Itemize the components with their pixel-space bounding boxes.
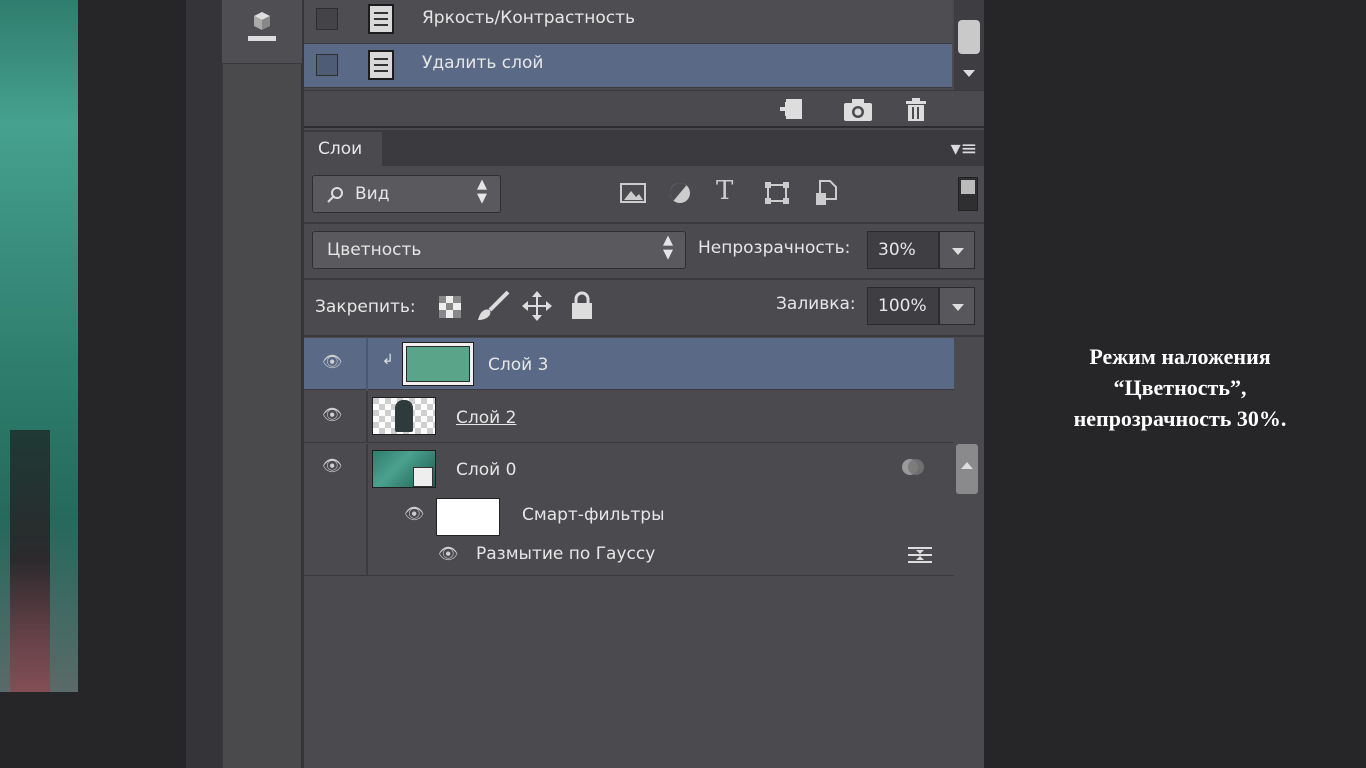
adjustment-filter-icon[interactable] xyxy=(668,181,692,205)
lock-label: Закрепить: xyxy=(315,297,416,317)
filter-toggle-knob xyxy=(961,180,975,194)
eye-icon[interactable]: 👁 xyxy=(322,352,342,371)
caption-line: “Цветность”, xyxy=(1113,375,1247,400)
history-state-icon xyxy=(368,4,394,34)
document-canvas[interactable] xyxy=(0,0,78,692)
history-item-label: Удалить слой xyxy=(422,53,544,73)
history-state-icon xyxy=(368,50,394,80)
smart-filter-indicator-icon[interactable] xyxy=(900,456,926,478)
layer-row-selected[interactable]: 👁 ↲ Слой 3 xyxy=(304,338,954,390)
fill-input[interactable]: 100% xyxy=(867,287,939,325)
smart-filters-label[interactable]: Смарт-фильтры xyxy=(522,505,665,525)
smart-object-badge-icon xyxy=(413,467,433,487)
layer-name[interactable]: Слой 2 xyxy=(456,408,516,428)
chevron-down-icon xyxy=(952,248,964,255)
camera-icon[interactable] xyxy=(842,97,874,123)
layer-name[interactable]: Слой 3 xyxy=(488,355,548,375)
smart-object-filter-icon[interactable] xyxy=(814,179,838,207)
thumbnail-figure xyxy=(395,400,413,432)
divider xyxy=(366,391,368,443)
chevron-down-icon xyxy=(952,304,964,311)
divider xyxy=(304,335,984,337)
history-item[interactable]: Яркость/Контрастность xyxy=(304,0,952,44)
opacity-label: Непрозрачность: xyxy=(698,238,851,258)
filter-eye-icon[interactable]: 👁 xyxy=(438,544,458,563)
lock-position-icon[interactable] xyxy=(522,291,552,321)
caption-line: непрозрачность 30%. xyxy=(1073,406,1287,431)
3d-cube-icon[interactable] xyxy=(246,10,278,46)
divider xyxy=(304,278,984,280)
type-filter-icon[interactable]: T xyxy=(716,176,733,206)
layer-row-smart-object[interactable]: 👁 Слой 0 👁 Смарт-фильтры 👁 Размытие по Г… xyxy=(304,444,954,576)
history-item-label: Яркость/Контрастность xyxy=(422,8,635,28)
layers-empty-area xyxy=(304,577,954,768)
lock-image-icon[interactable] xyxy=(476,290,510,322)
divider xyxy=(366,338,368,390)
trash-icon[interactable] xyxy=(902,97,930,123)
layer-thumbnail[interactable] xyxy=(402,342,474,386)
divider xyxy=(304,222,984,224)
opacity-input[interactable]: 30% xyxy=(867,231,939,269)
history-footer xyxy=(304,90,984,128)
opacity-dropdown-button[interactable] xyxy=(939,231,975,269)
clipping-mask-icon: ↲ xyxy=(382,352,394,368)
caption-line: Режим наложения xyxy=(1089,344,1271,369)
history-item-selected[interactable]: Удалить слой xyxy=(304,44,952,88)
filter-toggle-switch[interactable] xyxy=(958,177,978,211)
panel-dock-column xyxy=(222,0,302,768)
layer-thumbnail[interactable] xyxy=(372,450,436,488)
lock-all-icon[interactable] xyxy=(570,291,594,321)
filter-kind-value: Вид xyxy=(355,184,390,204)
image-filter-icon[interactable] xyxy=(620,181,646,205)
layers-tab-bar xyxy=(304,130,984,166)
lock-transparency-icon[interactable] xyxy=(438,295,462,319)
filter-kind-select[interactable]: Вид ▲ ▼ xyxy=(312,175,501,213)
caption: Режим наложения “Цветность”, непрозрачно… xyxy=(1000,341,1360,434)
fill-dropdown-button[interactable] xyxy=(939,287,975,325)
tab-layers-label: Слои xyxy=(318,139,363,159)
history-scrollbar[interactable] xyxy=(954,0,984,90)
scroll-up-icon[interactable] xyxy=(961,462,973,469)
search-icon xyxy=(327,187,343,203)
tab-layers[interactable]: Слои xyxy=(304,132,382,166)
fill-value: 100% xyxy=(878,296,927,316)
layer-thumbnail[interactable] xyxy=(372,397,436,435)
layer-name[interactable]: Слой 0 xyxy=(456,460,516,480)
opacity-value: 30% xyxy=(878,240,916,260)
new-document-from-state-icon[interactable] xyxy=(778,97,810,123)
layer-row[interactable]: 👁 Слой 2 xyxy=(304,391,954,443)
dock-top-button[interactable] xyxy=(222,0,302,64)
canvas-figure xyxy=(10,430,50,692)
scrollbar-thumb[interactable] xyxy=(956,444,978,494)
smart-filters-eye-icon[interactable]: 👁 xyxy=(404,504,424,523)
snapshot-checkbox[interactable] xyxy=(316,54,338,76)
scrollbar-thumb[interactable] xyxy=(958,20,980,54)
fill-label: Заливка: xyxy=(776,294,856,314)
blend-mode-select[interactable]: Цветность ▲ ▼ xyxy=(312,231,686,269)
eye-icon[interactable]: 👁 xyxy=(322,456,342,475)
blend-mode-value: Цветность xyxy=(327,240,422,260)
panel-menu-icon[interactable]: ▾≡ xyxy=(948,136,980,160)
scroll-down-icon[interactable] xyxy=(963,70,975,77)
snapshot-checkbox[interactable] xyxy=(316,8,338,30)
shape-filter-icon[interactable] xyxy=(764,181,790,205)
layers-scrollbar[interactable] xyxy=(954,338,984,768)
filter-name[interactable]: Размытие по Гауссу xyxy=(476,544,655,564)
filter-blending-options-icon[interactable] xyxy=(906,544,934,566)
updown-arrows-icon: ▲ ▼ xyxy=(663,233,673,262)
divider xyxy=(366,444,368,576)
updown-arrows-icon: ▲ ▼ xyxy=(477,177,487,206)
smart-filter-mask-thumbnail[interactable] xyxy=(436,498,500,536)
eye-icon[interactable]: 👁 xyxy=(322,405,342,424)
